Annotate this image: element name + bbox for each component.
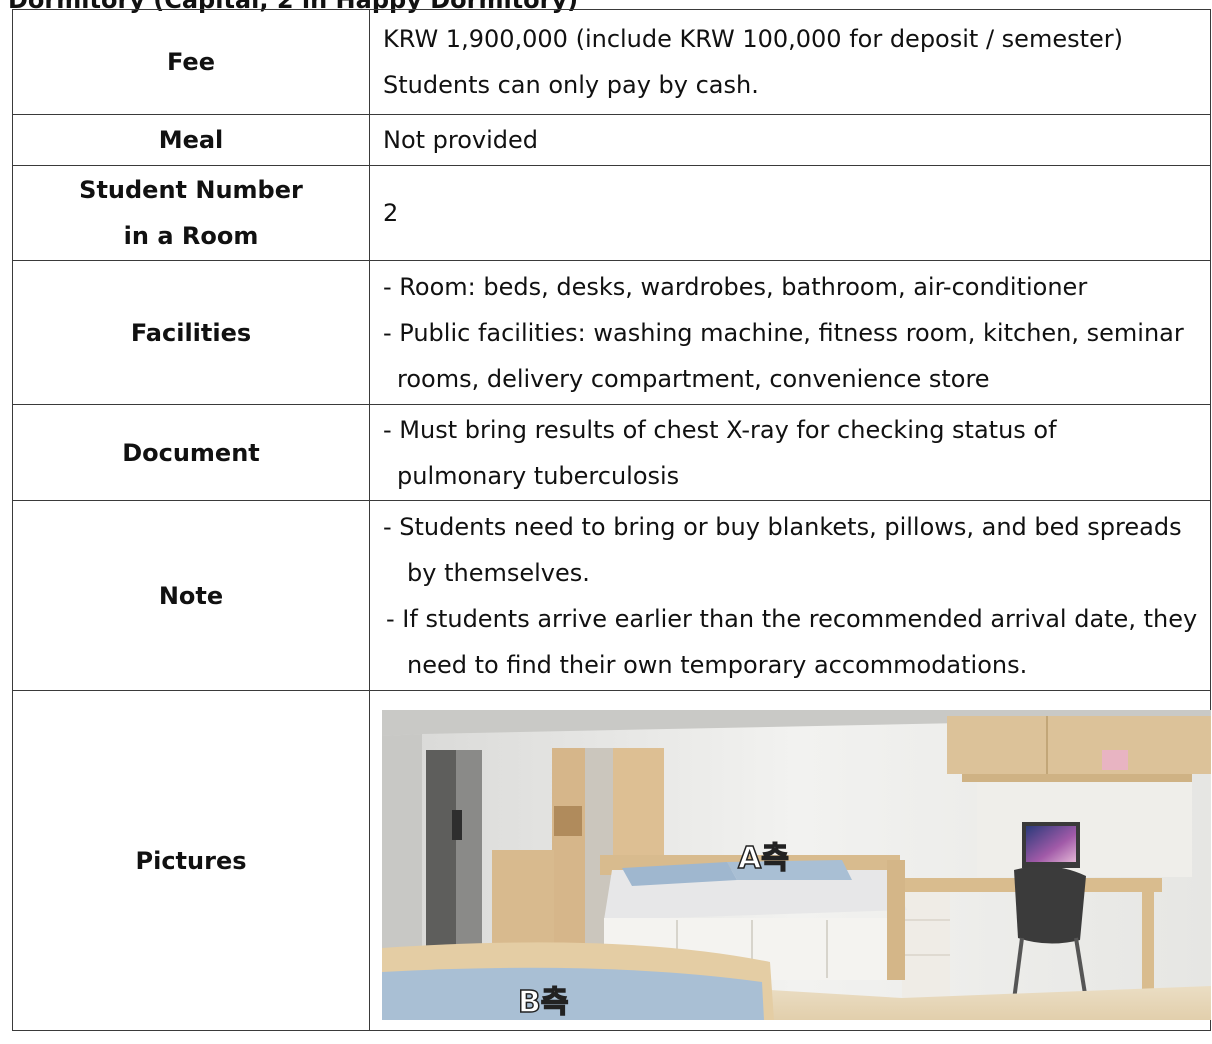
fee-label: Fee (12, 9, 370, 115)
table-row-student-number: Student Number in a Room 2 (12, 165, 1211, 261)
student-number-label-line: Student Number (79, 176, 303, 204)
fee-line: Students can only pay by cash. (383, 71, 759, 99)
table-row-fee: Fee KRW 1,900,000 (include KRW 100,000 f… (12, 9, 1211, 115)
student-number-value: 2 (369, 165, 1211, 261)
document-line: - Must bring results of chest X-ray for … (383, 415, 1057, 444)
meal-label: Meal (12, 114, 370, 166)
note-line: - If students arrive earlier than the re… (386, 604, 1198, 633)
table-row-pictures: Pictures A측 B측 (12, 690, 1211, 1031)
dormitory-info-table: Fee KRW 1,900,000 (include KRW 100,000 f… (12, 9, 1211, 1031)
fee-line: KRW 1,900,000 (include KRW 100,000 for d… (383, 25, 1123, 53)
facilities-line: rooms, delivery compartment, convenience… (397, 364, 990, 393)
table-row-note: Note - Students need to bring or buy bla… (12, 500, 1211, 691)
student-number-label: Student Number in a Room (12, 165, 370, 261)
note-line: need to find their own temporary accommo… (407, 650, 1028, 679)
student-number-label-line: in a Room (123, 222, 259, 250)
table-row-facilities: Facilities - Room: beds, desks, wardrobe… (12, 260, 1211, 405)
fee-value: KRW 1,900,000 (include KRW 100,000 for d… (369, 9, 1211, 115)
note-line: by themselves. (407, 558, 590, 587)
facilities-line: - Room: beds, desks, wardrobes, bathroom… (383, 272, 1088, 301)
side-a-label: A측 (738, 841, 789, 876)
pictures-cell: A측 B측 (369, 690, 1211, 1031)
meal-value: Not provided (369, 114, 1211, 166)
table-row-document: Document - Must bring results of chest X… (12, 404, 1211, 501)
side-b-label: B측 (518, 985, 568, 1020)
note-line: - Students need to bring or buy blankets… (383, 512, 1182, 541)
document-label: Document (12, 404, 370, 501)
table-row-meal: Meal Not provided (12, 114, 1211, 166)
dorm-room-photo: A측 B측 (382, 710, 1211, 1020)
document-line: pulmonary tuberculosis (397, 461, 680, 490)
facilities-line: - Public facilities: washing machine, fi… (383, 318, 1184, 347)
facilities-label: Facilities (12, 260, 370, 405)
note-label: Note (12, 500, 370, 691)
document-value: - Must bring results of chest X-ray for … (369, 404, 1211, 501)
note-value: - Students need to bring or buy blankets… (369, 500, 1211, 691)
facilities-value: - Room: beds, desks, wardrobes, bathroom… (369, 260, 1211, 405)
pictures-label: Pictures (12, 690, 370, 1031)
